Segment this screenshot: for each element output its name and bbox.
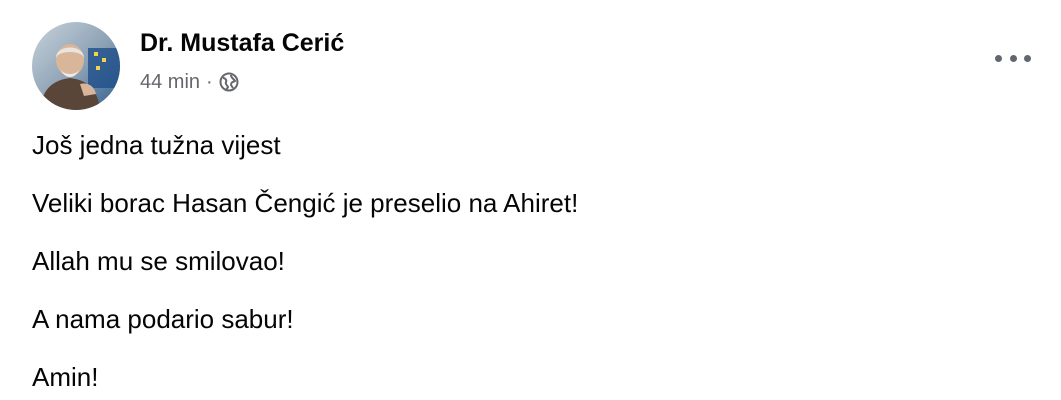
- facebook-post: Dr. Mustafa Cerić 44 min · Još jedna tuž…: [0, 0, 1061, 400]
- avatar-photo: [32, 22, 120, 110]
- author-name[interactable]: Dr. Mustafa Cerić: [140, 28, 344, 58]
- more-options-icon[interactable]: [995, 46, 1031, 70]
- post-body: Još jedna tužna vijest Veliki borac Hasa…: [32, 128, 1021, 400]
- dot-icon: [1009, 54, 1017, 62]
- post-text-line: Još jedna tužna vijest: [32, 130, 281, 160]
- post-text-line: Amin!: [32, 362, 99, 392]
- dot-icon: [995, 54, 1002, 62]
- post-text-line: A nama podario sabur!: [32, 304, 294, 334]
- post-meta: Dr. Mustafa Cerić 44 min ·: [140, 28, 344, 94]
- post-timestamp[interactable]: 44 min: [140, 70, 200, 94]
- globe-icon[interactable]: [219, 72, 239, 92]
- avatar[interactable]: [32, 22, 120, 110]
- post-subtitle: 44 min ·: [140, 70, 344, 94]
- post-text-line: Allah mu se smilovao!: [32, 246, 285, 276]
- post-header: Dr. Mustafa Cerić 44 min ·: [32, 22, 344, 112]
- separator-dot: ·: [206, 71, 213, 93]
- dot-icon: [1024, 54, 1031, 62]
- post-text-line: Veliki borac Hasan Čengić je preselio na…: [32, 188, 579, 218]
